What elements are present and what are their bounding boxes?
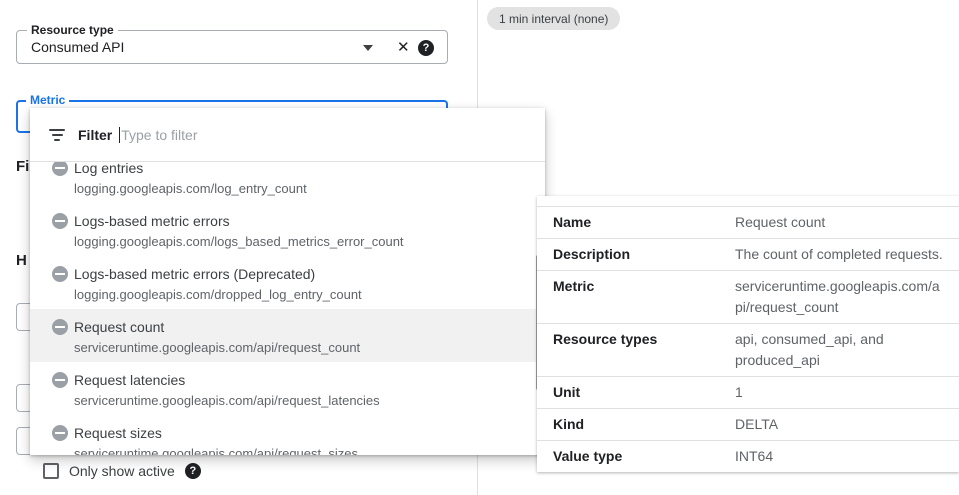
minus-circle-icon — [52, 266, 68, 282]
minus-circle-icon — [52, 162, 68, 176]
metric-item-path: serviceruntime.googleapis.com/api/reques… — [74, 337, 360, 359]
chevron-down-icon[interactable] — [363, 45, 373, 51]
only-show-active-help-icon[interactable]: ? — [185, 463, 201, 479]
metric-item-title: Logs-based metric errors — [74, 211, 404, 231]
metric-item-path: logging.googleapis.com/log_entry_count — [74, 178, 307, 200]
metric-item-path: serviceruntime.googleapis.com/api/reques… — [74, 390, 380, 412]
details-label: Description — [553, 242, 735, 267]
minus-circle-icon — [52, 213, 68, 229]
metric-list-item[interactable]: Request latencies serviceruntime.googlea… — [30, 362, 545, 415]
resource-type-value: Consumed API — [31, 39, 124, 55]
clear-icon[interactable]: ✕ — [397, 38, 410, 56]
details-row: Metric serviceruntime.googleapis.com/api… — [537, 271, 959, 324]
filter-label: Filter — [78, 127, 112, 143]
metric-list-item[interactable]: Request sizes serviceruntime.googleapis.… — [30, 415, 545, 455]
details-value: Request count — [735, 210, 943, 235]
details-label: Value type — [553, 444, 735, 469]
metric-item-title: Request sizes — [74, 423, 358, 443]
details-row: Resource types api, consumed_api, and pr… — [537, 324, 959, 377]
metric-filter-row[interactable]: Filter Type to filter — [30, 108, 545, 162]
details-label: Name — [553, 210, 735, 235]
details-value: serviceruntime.googleapis.com/api/reques… — [735, 274, 943, 320]
metric-details-card: Name Request count Description The count… — [537, 196, 959, 472]
filter-section-heading: Fi — [16, 158, 29, 175]
details-label: Kind — [553, 412, 735, 437]
details-value: api, consumed_api, and produced_api — [735, 327, 943, 373]
details-value: INT64 — [735, 444, 943, 469]
metric-item-title: Request count — [74, 317, 360, 337]
metric-dropdown-panel: Filter Type to filter Log entries loggin… — [30, 108, 545, 455]
only-show-active-row: Only show active ? — [43, 463, 201, 479]
details-label: Resource types — [553, 327, 735, 373]
details-value: 1 — [735, 380, 943, 405]
metric-item-title: Logs-based metric errors (Deprecated) — [74, 264, 362, 284]
only-show-active-checkbox[interactable] — [43, 463, 59, 479]
interval-chip[interactable]: 1 min interval (none) — [487, 7, 620, 30]
metric-list-item[interactable]: Log entries logging.googleapis.com/log_e… — [30, 162, 545, 203]
details-value: The count of completed requests. — [735, 242, 943, 267]
minus-circle-icon — [52, 372, 68, 388]
minus-circle-icon — [52, 425, 68, 441]
resource-type-label: Resource type — [27, 23, 118, 37]
details-label: Unit — [553, 380, 735, 405]
metric-item-title: Log entries — [74, 162, 307, 178]
metric-list-item[interactable]: Logs-based metric errors logging.googlea… — [30, 203, 545, 256]
details-row: Value type INT64 — [537, 441, 959, 472]
section-heading: H — [16, 252, 27, 269]
metric-item-path: logging.googleapis.com/logs_based_metric… — [74, 231, 404, 253]
metric-list: Log entries logging.googleapis.com/log_e… — [30, 162, 545, 455]
metrics-explorer-screen: 1 min interval (none) Resource type Cons… — [0, 0, 959, 495]
minus-circle-icon — [52, 319, 68, 335]
help-icon[interactable]: ? — [418, 40, 434, 56]
details-value: DELTA — [735, 412, 943, 437]
filter-input[interactable]: Type to filter — [121, 127, 197, 143]
text-cursor — [119, 127, 120, 143]
details-label: Metric — [553, 274, 735, 320]
details-row: Kind DELTA — [537, 409, 959, 441]
details-row: Unit 1 — [537, 377, 959, 409]
only-show-active-label: Only show active — [69, 463, 175, 479]
metric-item-title: Request latencies — [74, 370, 380, 390]
metric-label: Metric — [26, 93, 69, 107]
details-row: Name Request count — [537, 206, 959, 239]
metric-list-item[interactable]: Logs-based metric errors (Deprecated) lo… — [30, 256, 545, 309]
resource-type-field[interactable]: Resource type Consumed API ✕ ? — [16, 30, 448, 64]
details-row: Description The count of completed reque… — [537, 239, 959, 271]
metric-item-path: logging.googleapis.com/dropped_log_entry… — [74, 284, 362, 306]
filter-icon — [48, 129, 66, 141]
metric-item-path: serviceruntime.googleapis.com/api/reques… — [74, 443, 358, 455]
metric-list-item-selected[interactable]: Request count serviceruntime.googleapis.… — [30, 309, 545, 362]
